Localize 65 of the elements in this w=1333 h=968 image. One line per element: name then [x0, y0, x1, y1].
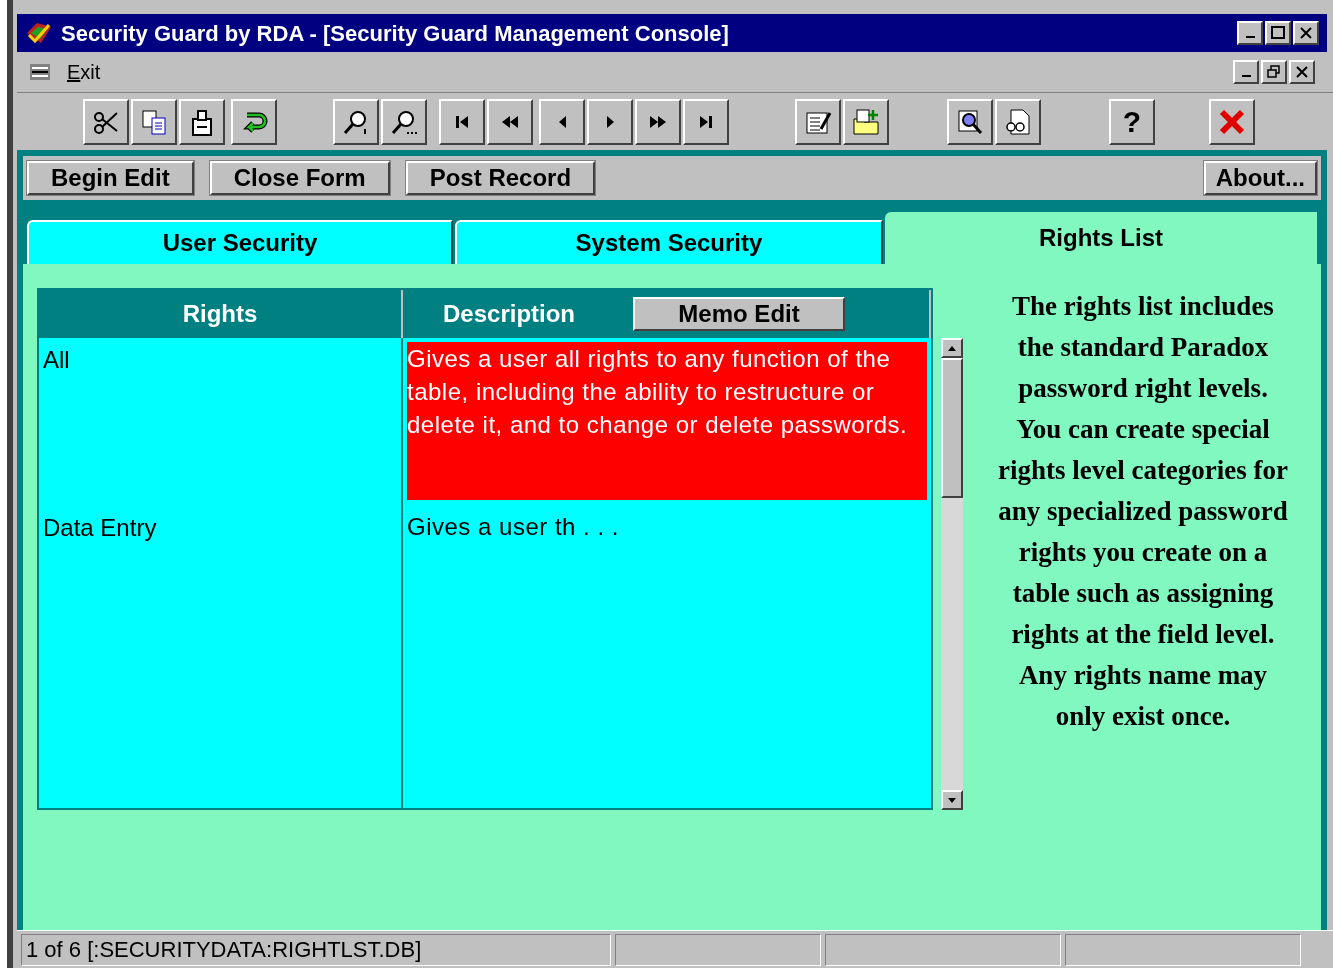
- toolbar-button[interactable]: [231, 98, 277, 145]
- close-icon: [1299, 26, 1313, 40]
- document-glasses-icon: [1003, 106, 1033, 137]
- toolbar-button[interactable]: [947, 98, 993, 145]
- column-header: Description: [443, 299, 576, 329]
- scroll-down-button[interactable]: [941, 790, 963, 810]
- toolbar-button[interactable]: [333, 98, 379, 145]
- scroll-up-button[interactable]: [941, 338, 963, 358]
- menu-item[interactable]: Exit: [67, 57, 101, 87]
- down-arrow-icon: [948, 797, 956, 803]
- form-button[interactable]: Post Record: [405, 161, 596, 195]
- toolbar-button[interactable]: [131, 98, 177, 145]
- status-panel: 1 of 6 [:SECURITYDATA:RIGHTLST.DB]: [21, 933, 611, 966]
- window-title: Security Guard by RDA - [Security Guard Management Console]: [61, 19, 730, 48]
- minimize-button[interactable]: [1233, 60, 1259, 84]
- toolbar-button[interactable]: [683, 98, 729, 145]
- help-button[interactable]: ?: [1109, 98, 1155, 145]
- form-button[interactable]: Begin Edit: [27, 161, 194, 195]
- previous-icon: [558, 115, 566, 128]
- toolbar-button[interactable]: [995, 98, 1041, 145]
- toolbar-button[interactable]: [381, 98, 427, 145]
- column-header: Rights: [182, 299, 258, 329]
- memo-edit-button[interactable]: Memo Edit: [633, 297, 846, 331]
- close-button[interactable]: [1293, 21, 1319, 45]
- minimize-icon: [1241, 75, 1251, 77]
- tab[interactable]: User Security: [27, 220, 453, 264]
- fast-forward-icon: [650, 115, 666, 128]
- tab[interactable]: Rights List: [885, 212, 1317, 264]
- folder-add-icon: [851, 106, 881, 137]
- app-logo-icon: [25, 21, 53, 45]
- first-record-icon: [456, 115, 468, 128]
- restore-icon: [1267, 65, 1281, 79]
- restore-button[interactable]: [1261, 60, 1287, 84]
- rewind-icon: [502, 115, 518, 128]
- info-text: The rights list includes the standard Paradox password right levels. You can create special rights level categories for any specialized password rights you create on a table such as assigning rights at the field level. Any rights name may only exist once.: [996, 290, 1290, 733]
- close-button[interactable]: [1289, 60, 1315, 84]
- form-button[interactable]: Close Form: [209, 161, 390, 195]
- toolbar-button[interactable]: [843, 98, 889, 145]
- about-button[interactable]: About...: [1203, 161, 1317, 195]
- toolbar-button[interactable]: [635, 98, 681, 145]
- description-cell[interactable]: Gives a user th . . .: [407, 510, 927, 543]
- up-arrow-icon: [948, 345, 956, 351]
- description-cell[interactable]: Gives a user all rights to any function of the table, including the ability to restructure or delete it, and to change or delete passwords.: [407, 342, 927, 500]
- close-icon: [1295, 65, 1309, 79]
- system-menu-icon[interactable]: [29, 63, 51, 81]
- toolbar-button[interactable]: [795, 98, 841, 145]
- next-icon: [606, 115, 614, 128]
- close-icon: [1218, 107, 1246, 136]
- vertical-scrollbar[interactable]: [941, 338, 963, 810]
- scroll-thumb[interactable]: [941, 358, 963, 498]
- minimize-button[interactable]: [1237, 21, 1263, 45]
- close-button[interactable]: [1209, 98, 1255, 145]
- rights-cell[interactable]: All: [39, 338, 401, 506]
- toolbar-button[interactable]: [487, 98, 533, 145]
- toolbar-button[interactable]: [83, 98, 129, 145]
- toolbar-button[interactable]: [179, 98, 225, 145]
- maximize-button[interactable]: [1265, 21, 1291, 45]
- last-record-icon: [700, 115, 712, 128]
- toolbar-button[interactable]: [587, 98, 633, 145]
- maximize-icon: [1271, 26, 1285, 40]
- tab[interactable]: System Security: [455, 220, 883, 264]
- toolbar-button[interactable]: [539, 98, 585, 145]
- minimize-icon: [1245, 36, 1255, 38]
- toolbar-button[interactable]: [439, 98, 485, 145]
- rights-cell[interactable]: Data Entry: [39, 506, 401, 808]
